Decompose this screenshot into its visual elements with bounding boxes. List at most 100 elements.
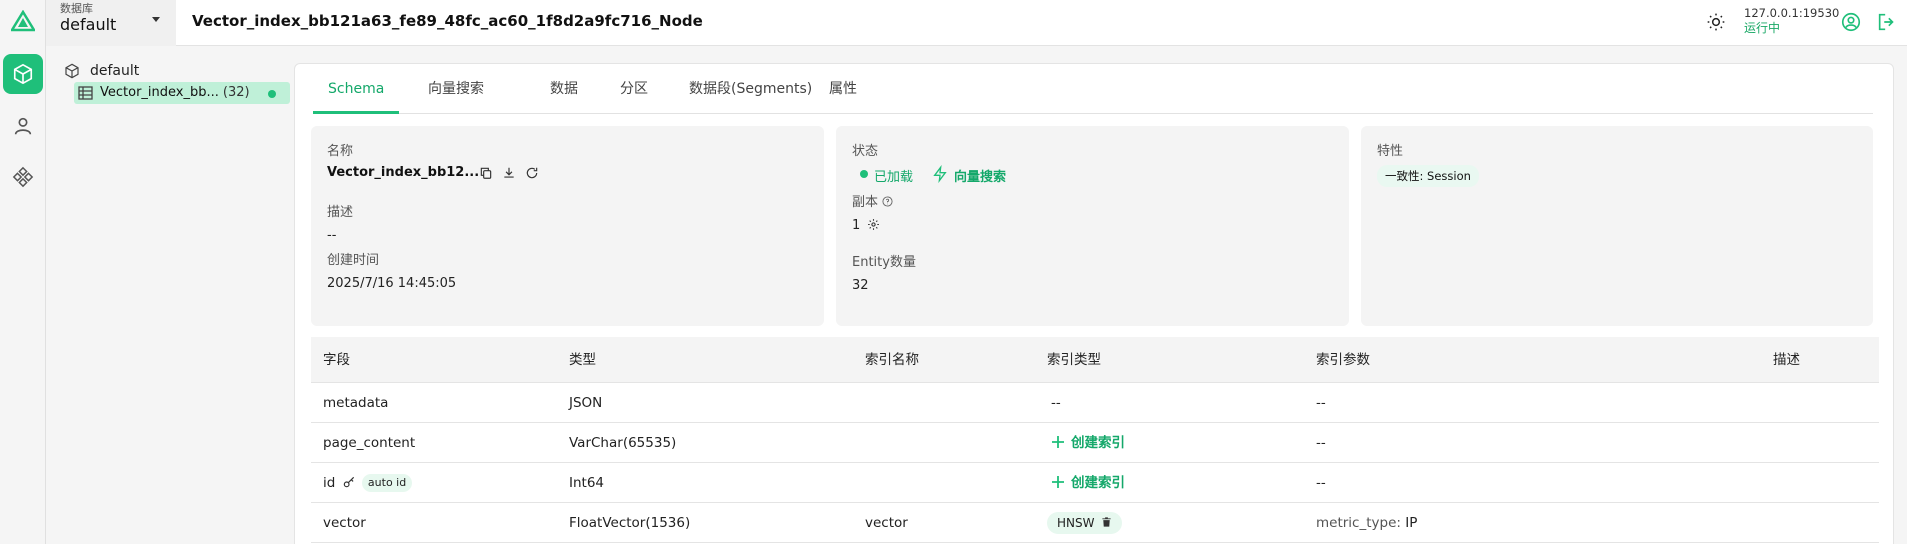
nav-collections[interactable] bbox=[3, 54, 43, 94]
replica-value-row: 1 bbox=[852, 218, 1333, 233]
loaded-dot bbox=[860, 170, 868, 178]
created-time-value: 2025/7/16 14:45:05 bbox=[327, 276, 457, 291]
nav-users[interactable] bbox=[3, 106, 43, 146]
tree-database[interactable]: default bbox=[62, 60, 290, 82]
collection-name: Vector_index_bb12... bbox=[327, 165, 480, 180]
tab-partitions[interactable]: 分区 bbox=[605, 64, 663, 114]
help-circle-icon[interactable] bbox=[882, 196, 893, 207]
collection-cube-icon bbox=[13, 63, 33, 85]
replica-value: 1 bbox=[852, 218, 861, 233]
system-diamond-icon bbox=[12, 166, 34, 188]
field-name: vector bbox=[323, 515, 366, 531]
field-name-cell: id auto id bbox=[323, 463, 413, 503]
tab-segments[interactable]: 数据段(Segments) bbox=[674, 64, 827, 114]
table-row: id auto id Int64 创建索引 -- bbox=[311, 463, 1879, 503]
field-name: metadata bbox=[323, 395, 389, 411]
trash-icon[interactable] bbox=[1101, 516, 1112, 528]
header-index-name: 索引名称 bbox=[865, 352, 919, 368]
create-index-button[interactable]: 创建索引 bbox=[1051, 463, 1125, 503]
info-card-features: 特性 一致性: Session bbox=[1361, 126, 1873, 326]
download-icon[interactable] bbox=[502, 166, 516, 180]
database-selector[interactable]: 数据库 default bbox=[46, 0, 176, 46]
account-circle-icon[interactable] bbox=[1840, 11, 1862, 33]
create-index-label: 创建索引 bbox=[1071, 475, 1125, 491]
field-name: id bbox=[323, 475, 336, 491]
header-index-params: 索引参数 bbox=[1316, 352, 1370, 368]
index-params: -- bbox=[1316, 395, 1326, 411]
index-type: -- bbox=[1051, 395, 1061, 411]
table-row: page_content VarChar(65535) 创建索引 -- bbox=[311, 423, 1879, 463]
nav-system[interactable] bbox=[3, 157, 43, 197]
name-label: 名称 bbox=[327, 144, 354, 159]
vector-search-link[interactable]: 向量搜索 bbox=[954, 166, 1006, 185]
loaded-badge: 已加载 bbox=[874, 170, 914, 185]
param-key: metric_type: bbox=[1316, 515, 1401, 531]
header-field: 字段 bbox=[323, 352, 350, 368]
header-description: 描述 bbox=[1773, 352, 1800, 368]
entity-count-value: 32 bbox=[852, 278, 869, 293]
collection-detail-panel: Schema 向量搜索 数据 分区 数据段(Segments) 属性 名称 Ve… bbox=[294, 63, 1894, 544]
field-type: JSON bbox=[569, 395, 603, 411]
name-row: Vector_index_bb12... bbox=[327, 165, 808, 183]
table-row: vector FloatVector(1536) vector HNSW met… bbox=[311, 503, 1879, 543]
index-type-cell: HNSW bbox=[1047, 503, 1123, 543]
entity-count-label: Entity数量 bbox=[852, 255, 916, 270]
plus-icon bbox=[1052, 476, 1064, 488]
gear-icon[interactable] bbox=[867, 218, 880, 231]
index-type-badge[interactable]: HNSW bbox=[1047, 512, 1123, 534]
status-row: 已加载 向量搜索 bbox=[852, 165, 1333, 187]
table-row: metadata JSON -- -- bbox=[311, 383, 1879, 423]
create-index-label: 创建索引 bbox=[1071, 435, 1125, 451]
milvus-logo-icon[interactable] bbox=[11, 10, 35, 34]
primary-key-icon bbox=[343, 476, 354, 488]
side-rail bbox=[0, 0, 46, 544]
tree-collection-count: (32) bbox=[222, 85, 250, 100]
tree-collection-item[interactable]: Vector_index_bb... (32) bbox=[74, 82, 290, 104]
header-type: 类型 bbox=[569, 352, 596, 368]
features-label: 特性 bbox=[1377, 144, 1404, 159]
top-bar: 数据库 default Vector_index_bb121a63_fe89_4… bbox=[46, 0, 1907, 46]
field-type: VarChar(65535) bbox=[569, 435, 677, 451]
status-label: 状态 bbox=[852, 144, 879, 159]
description-value: -- bbox=[327, 228, 337, 243]
tab-vector-search[interactable]: 向量搜索 bbox=[413, 64, 499, 114]
user-icon bbox=[14, 117, 32, 135]
page-title: Vector_index_bb121a63_fe89_48fc_ac60_1f8… bbox=[192, 12, 703, 30]
index-params: -- bbox=[1316, 475, 1326, 491]
info-card-status: 状态 已加载 向量搜索 副本 1 Entity数量 32 bbox=[836, 126, 1349, 326]
loaded-status-dot bbox=[268, 90, 276, 98]
field-name: page_content bbox=[323, 435, 416, 451]
index-type-label: HNSW bbox=[1057, 516, 1095, 530]
database-cube-icon bbox=[65, 63, 79, 79]
created-time-label: 创建时间 bbox=[327, 253, 380, 268]
tree-collection-label: Vector_index_bb... bbox=[100, 85, 219, 100]
collection-tree: default Vector_index_bb... (32) bbox=[62, 60, 290, 104]
replica-label: 副本 bbox=[852, 195, 879, 210]
detail-tabs: Schema 向量搜索 数据 分区 数据段(Segments) 属性 bbox=[313, 64, 1873, 114]
tree-database-label: default bbox=[90, 63, 140, 79]
tab-data[interactable]: 数据 bbox=[535, 64, 593, 114]
schema-table: 字段 类型 索引名称 索引类型 索引参数 描述 metadata JSON --… bbox=[311, 337, 1879, 543]
index-name: vector bbox=[865, 515, 908, 531]
lightning-icon bbox=[933, 165, 947, 183]
param-value: IP bbox=[1405, 515, 1418, 531]
caret-down-icon bbox=[152, 17, 160, 22]
logout-icon[interactable] bbox=[1876, 11, 1898, 33]
field-type: Int64 bbox=[569, 475, 605, 491]
index-params: -- bbox=[1316, 435, 1326, 451]
connection-status: 运行中 bbox=[1744, 21, 1781, 35]
tab-schema[interactable]: Schema bbox=[313, 64, 400, 114]
field-type: FloatVector(1536) bbox=[569, 515, 691, 531]
auto-id-badge: auto id bbox=[361, 474, 413, 492]
refresh-icon[interactable] bbox=[525, 166, 539, 180]
host-address: 127.0.0.1:19530 bbox=[1744, 6, 1840, 20]
replica-label-row: 副本 bbox=[852, 191, 1333, 210]
copy-icon[interactable] bbox=[479, 166, 493, 180]
plus-icon bbox=[1052, 436, 1064, 448]
description-label: 描述 bbox=[327, 205, 354, 220]
connection-info: 127.0.0.1:19530 运行中 bbox=[1744, 6, 1839, 36]
tab-properties[interactable]: 属性 bbox=[814, 64, 872, 114]
theme-sun-icon[interactable] bbox=[1706, 12, 1726, 32]
table-grid-icon bbox=[78, 86, 93, 100]
create-index-button[interactable]: 创建索引 bbox=[1051, 423, 1125, 463]
